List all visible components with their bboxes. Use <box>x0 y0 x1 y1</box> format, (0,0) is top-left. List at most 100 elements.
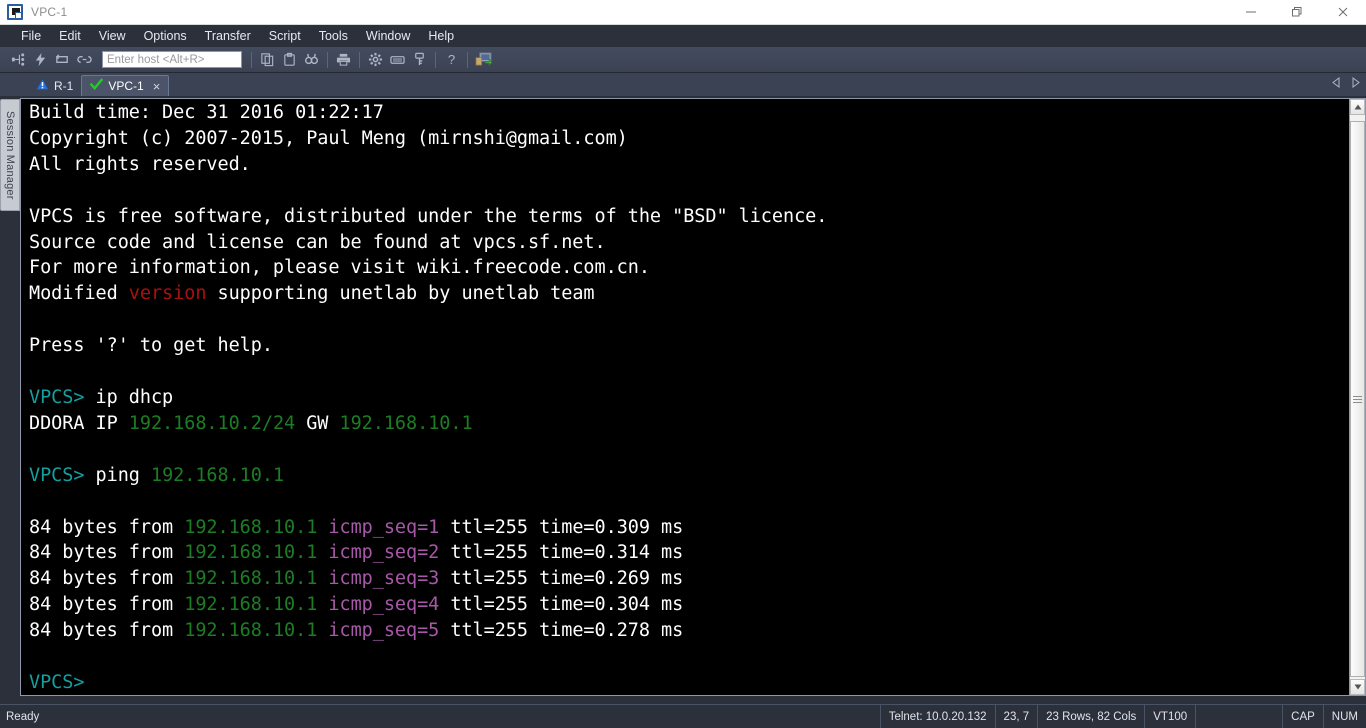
connect-icon[interactable] <box>8 49 29 70</box>
tab-r-1[interactable]: R-1 <box>28 75 81 96</box>
session-manager-icon[interactable] <box>473 49 494 70</box>
terminal-span: 192.168.10.1 <box>184 594 318 616</box>
terminal-line: 84 bytes from 192.168.10.1 icmp_seq=4 tt… <box>29 592 1349 618</box>
toolbar-separator <box>467 51 468 68</box>
terminal-line: VPCS> ping 192.168.10.1 <box>29 463 1349 489</box>
terminal-line: VPCS is free software, distributed under… <box>29 204 1349 230</box>
terminal-output[interactable]: Build time: Dec 31 2016 01:22:17 Copyrigh… <box>20 98 1349 696</box>
terminal-span: 84 bytes from <box>29 516 185 538</box>
terminal-span: ttl=255 time=0.314 ms <box>439 542 684 564</box>
terminal-span: 84 bytes from <box>29 620 185 642</box>
main-toolbar: Enter host <Alt+R> ? <box>0 47 1366 73</box>
status-blank <box>1196 705 1284 728</box>
terminal-span: 192.168.10.1 <box>150 464 285 486</box>
terminal-span: 192.168.10.1 <box>184 620 318 642</box>
window-title: VPC-1 <box>31 5 68 19</box>
menu-window[interactable]: Window <box>357 27 419 45</box>
host-input[interactable]: Enter host <Alt+R> <box>102 51 242 68</box>
status-bar: Ready Telnet: 10.0.20.132 23, 7 23 Rows,… <box>0 704 1366 728</box>
terminal-span: ttl=255 time=0.269 ms <box>439 568 684 590</box>
terminal-span: GW <box>295 412 340 434</box>
terminal-pane: Build time: Dec 31 2016 01:22:17 Copyrigh… <box>20 97 1366 704</box>
window-title-bar: VPC-1 <box>0 0 1366 25</box>
scrollbar-down-arrow-icon[interactable] <box>1350 679 1365 695</box>
tab-vpc-1[interactable]: VPC-1 × <box>81 75 170 96</box>
keyboard-icon[interactable] <box>387 49 408 70</box>
terminal-line: 84 bytes from 192.168.10.1 icmp_seq=1 tt… <box>29 515 1349 541</box>
menu-edit[interactable]: Edit <box>50 27 90 45</box>
terminal-span: ttl=255 time=0.304 ms <box>439 594 684 616</box>
terminal-span <box>317 620 328 641</box>
terminal-span: 192.168.10.1 <box>184 542 318 564</box>
terminal-span: 192.168.10.1 <box>339 412 473 434</box>
terminal-line: Build time: Dec 31 2016 01:22:17 <box>29 100 1349 126</box>
terminal-line: Copyright (c) 2007-2015, Paul Meng (mirn… <box>29 126 1349 152</box>
terminal-line: For more information, please visit wiki.… <box>29 255 1349 281</box>
scroll-left-arrow-icon[interactable] <box>1332 75 1341 93</box>
terminal-line: Press '?' to get help. <box>29 333 1349 359</box>
svg-text:?: ? <box>448 52 455 67</box>
menu-file[interactable]: File <box>12 27 50 45</box>
scroll-right-arrow-icon[interactable] <box>1351 75 1360 93</box>
terminal-span: 192.168.10.1 <box>184 568 318 590</box>
key-icon[interactable] <box>409 49 430 70</box>
terminal-span: ttl=255 time=0.309 ms <box>439 516 684 538</box>
disconnect-icon[interactable] <box>74 49 95 70</box>
terminal-span <box>317 542 328 563</box>
terminal-span <box>317 568 328 589</box>
terminal-span: DDORA IP <box>29 412 129 434</box>
menu-transfer[interactable]: Transfer <box>196 27 260 45</box>
session-manager-tab[interactable]: Session Manager <box>0 99 20 211</box>
print-icon[interactable] <box>333 49 354 70</box>
menu-view[interactable]: View <box>90 27 135 45</box>
green-check-icon <box>90 78 104 94</box>
scrollbar-up-arrow-icon[interactable] <box>1350 99 1365 115</box>
toolbar-separator <box>327 51 328 68</box>
terminal-line: 84 bytes from 192.168.10.1 icmp_seq=3 tt… <box>29 566 1349 592</box>
status-spacer <box>47 705 879 728</box>
terminal-row: Build time: Dec 31 2016 01:22:17 Copyrigh… <box>20 98 1366 696</box>
status-right-group: Telnet: 10.0.20.132 23, 7 23 Rows, 82 Co… <box>879 705 1366 728</box>
terminal-window-icon <box>7 4 23 20</box>
menu-help[interactable]: Help <box>419 27 463 45</box>
terminal-span: icmp_seq=1 <box>328 516 440 538</box>
quick-connect-icon[interactable] <box>30 49 51 70</box>
scrollbar-grip-icon <box>1353 394 1362 405</box>
terminal-vertical-scrollbar[interactable] <box>1349 98 1366 696</box>
status-num-lock: NUM <box>1331 710 1358 723</box>
session-manager-sidebar: Session Manager <box>0 97 20 704</box>
terminal-span: Copyright (c) 2007-2015, Paul Meng (mirn… <box>29 127 628 149</box>
status-cursor-position: 23, 7 <box>996 705 1039 728</box>
close-button[interactable] <box>1320 1 1366 24</box>
reconnect-icon[interactable] <box>52 49 73 70</box>
status-emulation: VT100 <box>1145 705 1197 728</box>
terminal-line: 84 bytes from 192.168.10.1 icmp_seq=2 tt… <box>29 540 1349 566</box>
minimize-button[interactable] <box>1228 1 1274 24</box>
crt-terminal-window: VPC-1 File Edit View Options Transfer Sc… <box>0 0 1366 728</box>
menu-options[interactable]: Options <box>135 27 196 45</box>
menu-script[interactable]: Script <box>260 27 310 45</box>
paste-icon[interactable] <box>279 49 300 70</box>
terminal-span: ttl=255 time=0.278 ms <box>439 620 684 642</box>
scrollbar-track[interactable] <box>1350 115 1365 679</box>
restore-button[interactable] <box>1274 1 1320 24</box>
tab-vpc-1-label: VPC-1 <box>108 79 144 93</box>
copy-icon[interactable] <box>257 49 278 70</box>
terminal-span: VPCS> <box>29 464 96 486</box>
terminal-span: Source code and license can be found at … <box>29 231 606 253</box>
terminal-span: For more information, please visit wiki.… <box>29 257 650 279</box>
toolbar-separator <box>359 51 360 68</box>
terminal-span: Press '?' to get help. <box>29 335 273 357</box>
status-dimensions: 23 Rows, 82 Cols <box>1038 705 1146 728</box>
settings-gear-icon[interactable] <box>365 49 386 70</box>
find-icon[interactable] <box>301 49 322 70</box>
terminal-span: icmp_seq=3 <box>328 568 440 590</box>
tab-close-icon[interactable]: × <box>153 80 161 93</box>
scrollbar-thumb[interactable] <box>1350 121 1365 677</box>
help-question-icon[interactable]: ? <box>441 49 462 70</box>
terminal-span: icmp_seq=2 <box>328 542 440 564</box>
menu-tools[interactable]: Tools <box>310 27 357 45</box>
